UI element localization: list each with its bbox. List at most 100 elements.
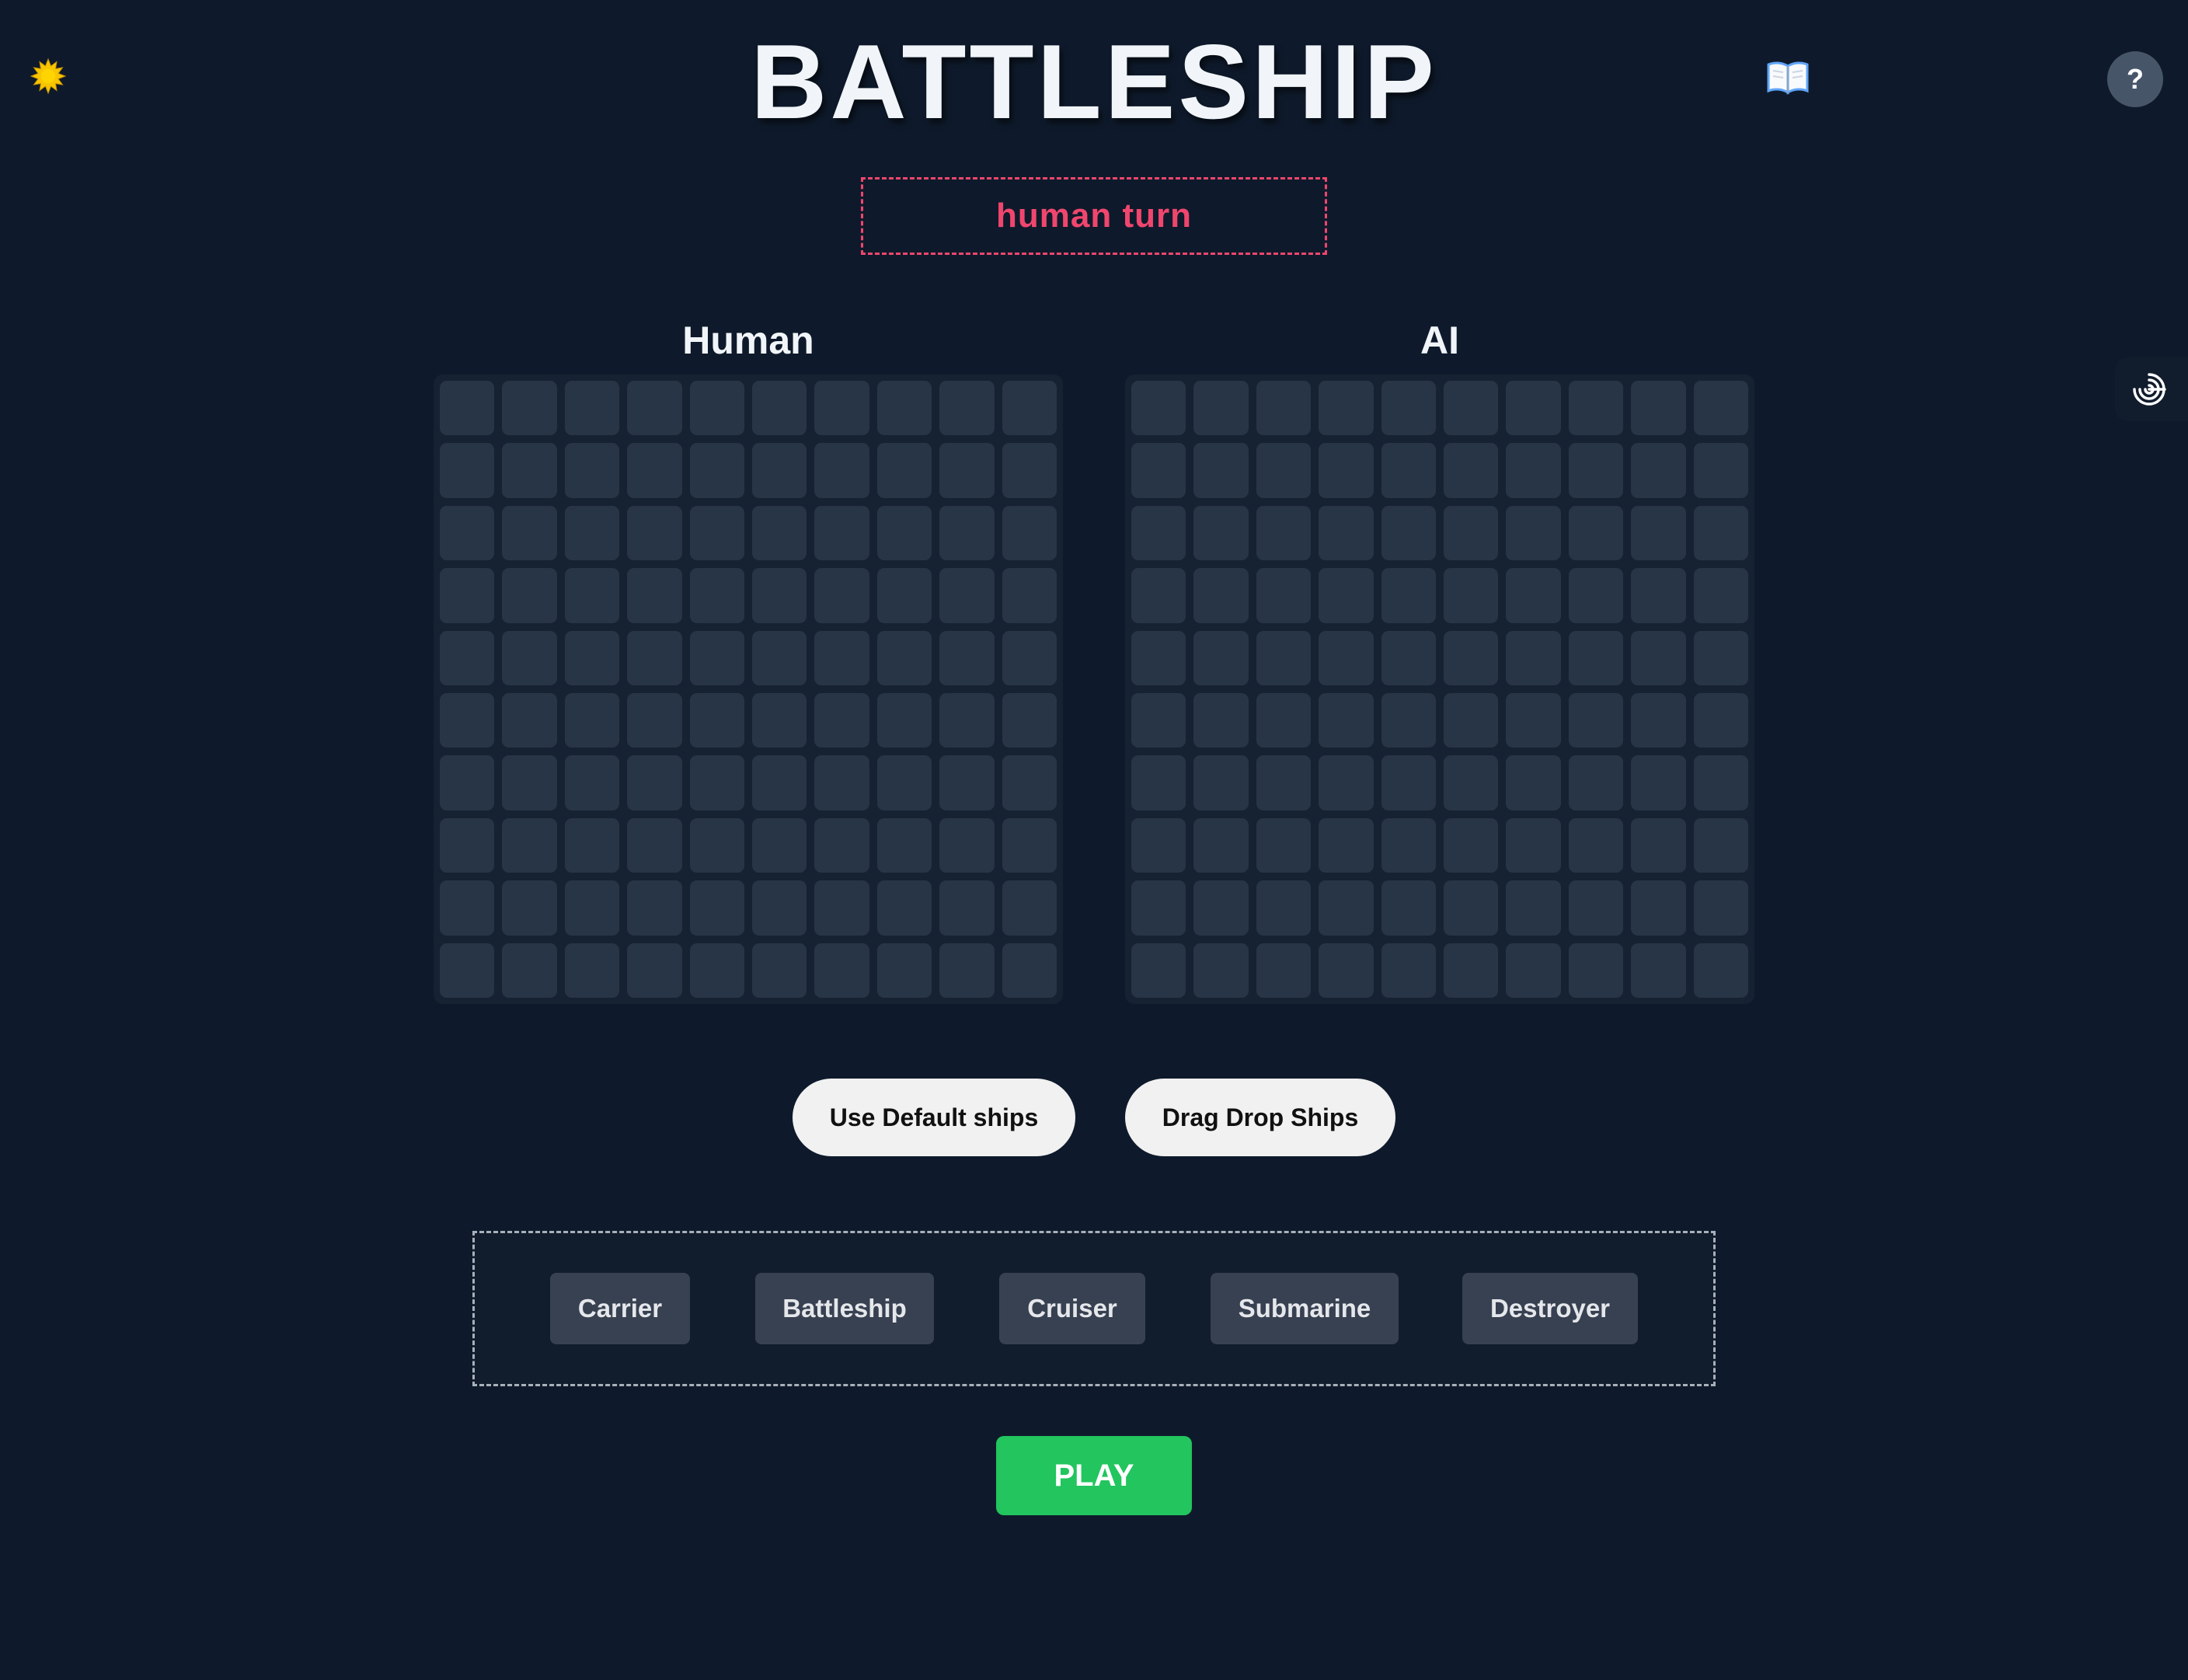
ai-cell[interactable] — [1693, 443, 1748, 498]
human-cell[interactable] — [1002, 568, 1057, 623]
ai-cell[interactable] — [1631, 505, 1686, 561]
ai-cell[interactable] — [1693, 880, 1748, 936]
ai-cell[interactable] — [1506, 755, 1561, 810]
human-cell[interactable] — [502, 755, 557, 810]
human-cell[interactable] — [689, 630, 744, 685]
human-cell[interactable] — [939, 630, 995, 685]
human-cell[interactable] — [1002, 443, 1057, 498]
ai-cell[interactable] — [1506, 505, 1561, 561]
ai-cell[interactable] — [1381, 381, 1436, 436]
human-cell[interactable] — [814, 381, 869, 436]
ai-cell[interactable] — [1506, 817, 1561, 873]
ai-cell[interactable] — [1381, 880, 1436, 936]
ai-cell[interactable] — [1444, 630, 1499, 685]
human-cell[interactable] — [939, 817, 995, 873]
human-cell[interactable] — [1002, 630, 1057, 685]
drag-drop-ships-button[interactable]: Drag Drop Ships — [1125, 1079, 1395, 1156]
human-cell[interactable] — [939, 568, 995, 623]
human-cell[interactable] — [564, 817, 620, 873]
ai-cell[interactable] — [1193, 755, 1249, 810]
ai-cell[interactable] — [1319, 880, 1374, 936]
human-cell[interactable] — [502, 381, 557, 436]
human-cell[interactable] — [876, 880, 932, 936]
human-cell[interactable] — [627, 568, 682, 623]
human-cell[interactable] — [689, 505, 744, 561]
ai-cell[interactable] — [1131, 568, 1186, 623]
human-cell[interactable] — [939, 381, 995, 436]
ai-cell[interactable] — [1381, 505, 1436, 561]
human-cell[interactable] — [814, 755, 869, 810]
ai-cell[interactable] — [1444, 443, 1499, 498]
ai-cell[interactable] — [1381, 568, 1436, 623]
human-cell[interactable] — [1002, 943, 1057, 998]
human-cell[interactable] — [564, 943, 620, 998]
human-cell[interactable] — [440, 693, 495, 748]
ai-cell[interactable] — [1693, 817, 1748, 873]
ai-cell[interactable] — [1381, 943, 1436, 998]
human-cell[interactable] — [627, 817, 682, 873]
human-cell[interactable] — [564, 630, 620, 685]
ship-battleship[interactable]: Battleship — [755, 1273, 934, 1344]
human-cell[interactable] — [939, 505, 995, 561]
human-cell[interactable] — [440, 755, 495, 810]
human-cell[interactable] — [939, 880, 995, 936]
ai-cell[interactable] — [1256, 817, 1312, 873]
ai-cell[interactable] — [1256, 568, 1312, 623]
human-cell[interactable] — [752, 630, 807, 685]
ai-cell[interactable] — [1193, 817, 1249, 873]
ai-cell[interactable] — [1381, 630, 1436, 685]
ai-cell[interactable] — [1319, 943, 1374, 998]
human-cell[interactable] — [627, 630, 682, 685]
human-cell[interactable] — [440, 943, 495, 998]
ai-cell[interactable] — [1193, 443, 1249, 498]
human-cell[interactable] — [814, 568, 869, 623]
human-cell[interactable] — [440, 505, 495, 561]
ai-cell[interactable] — [1568, 443, 1624, 498]
ai-cell[interactable] — [1444, 693, 1499, 748]
human-cell[interactable] — [876, 381, 932, 436]
human-cell[interactable] — [627, 381, 682, 436]
human-cell[interactable] — [502, 630, 557, 685]
ai-cell[interactable] — [1568, 693, 1624, 748]
human-cell[interactable] — [627, 443, 682, 498]
ai-cell[interactable] — [1131, 817, 1186, 873]
ai-cell[interactable] — [1381, 817, 1436, 873]
human-cell[interactable] — [689, 755, 744, 810]
ship-submarine[interactable]: Submarine — [1211, 1273, 1399, 1344]
ai-cell[interactable] — [1381, 693, 1436, 748]
human-cell[interactable] — [440, 630, 495, 685]
ai-cell[interactable] — [1444, 943, 1499, 998]
ai-cell[interactable] — [1506, 693, 1561, 748]
human-cell[interactable] — [876, 693, 932, 748]
ship-cruiser[interactable]: Cruiser — [999, 1273, 1145, 1344]
human-cell[interactable] — [752, 505, 807, 561]
ai-cell[interactable] — [1381, 755, 1436, 810]
human-cell[interactable] — [939, 443, 995, 498]
play-button[interactable]: PLAY — [996, 1436, 1192, 1515]
human-cell[interactable] — [752, 443, 807, 498]
human-cell[interactable] — [502, 817, 557, 873]
ship-destroyer[interactable]: Destroyer — [1462, 1273, 1638, 1344]
ai-cell[interactable] — [1319, 443, 1374, 498]
human-cell[interactable] — [689, 693, 744, 748]
human-cell[interactable] — [752, 568, 807, 623]
ai-cell[interactable] — [1131, 381, 1186, 436]
ai-cell[interactable] — [1381, 443, 1436, 498]
ai-cell[interactable] — [1319, 505, 1374, 561]
ai-cell[interactable] — [1631, 817, 1686, 873]
ai-cell[interactable] — [1319, 568, 1374, 623]
ai-cell[interactable] — [1131, 755, 1186, 810]
ai-cell[interactable] — [1256, 693, 1312, 748]
human-cell[interactable] — [1002, 817, 1057, 873]
ai-cell[interactable] — [1506, 381, 1561, 436]
human-cell[interactable] — [689, 443, 744, 498]
help-button[interactable]: ? — [2107, 51, 2163, 107]
human-cell[interactable] — [814, 630, 869, 685]
side-panel-tab[interactable] — [2115, 357, 2188, 421]
ai-cell[interactable] — [1444, 505, 1499, 561]
ai-cell[interactable] — [1631, 568, 1686, 623]
human-cell[interactable] — [627, 880, 682, 936]
ai-cell[interactable] — [1568, 568, 1624, 623]
human-cell[interactable] — [752, 817, 807, 873]
human-cell[interactable] — [1002, 755, 1057, 810]
